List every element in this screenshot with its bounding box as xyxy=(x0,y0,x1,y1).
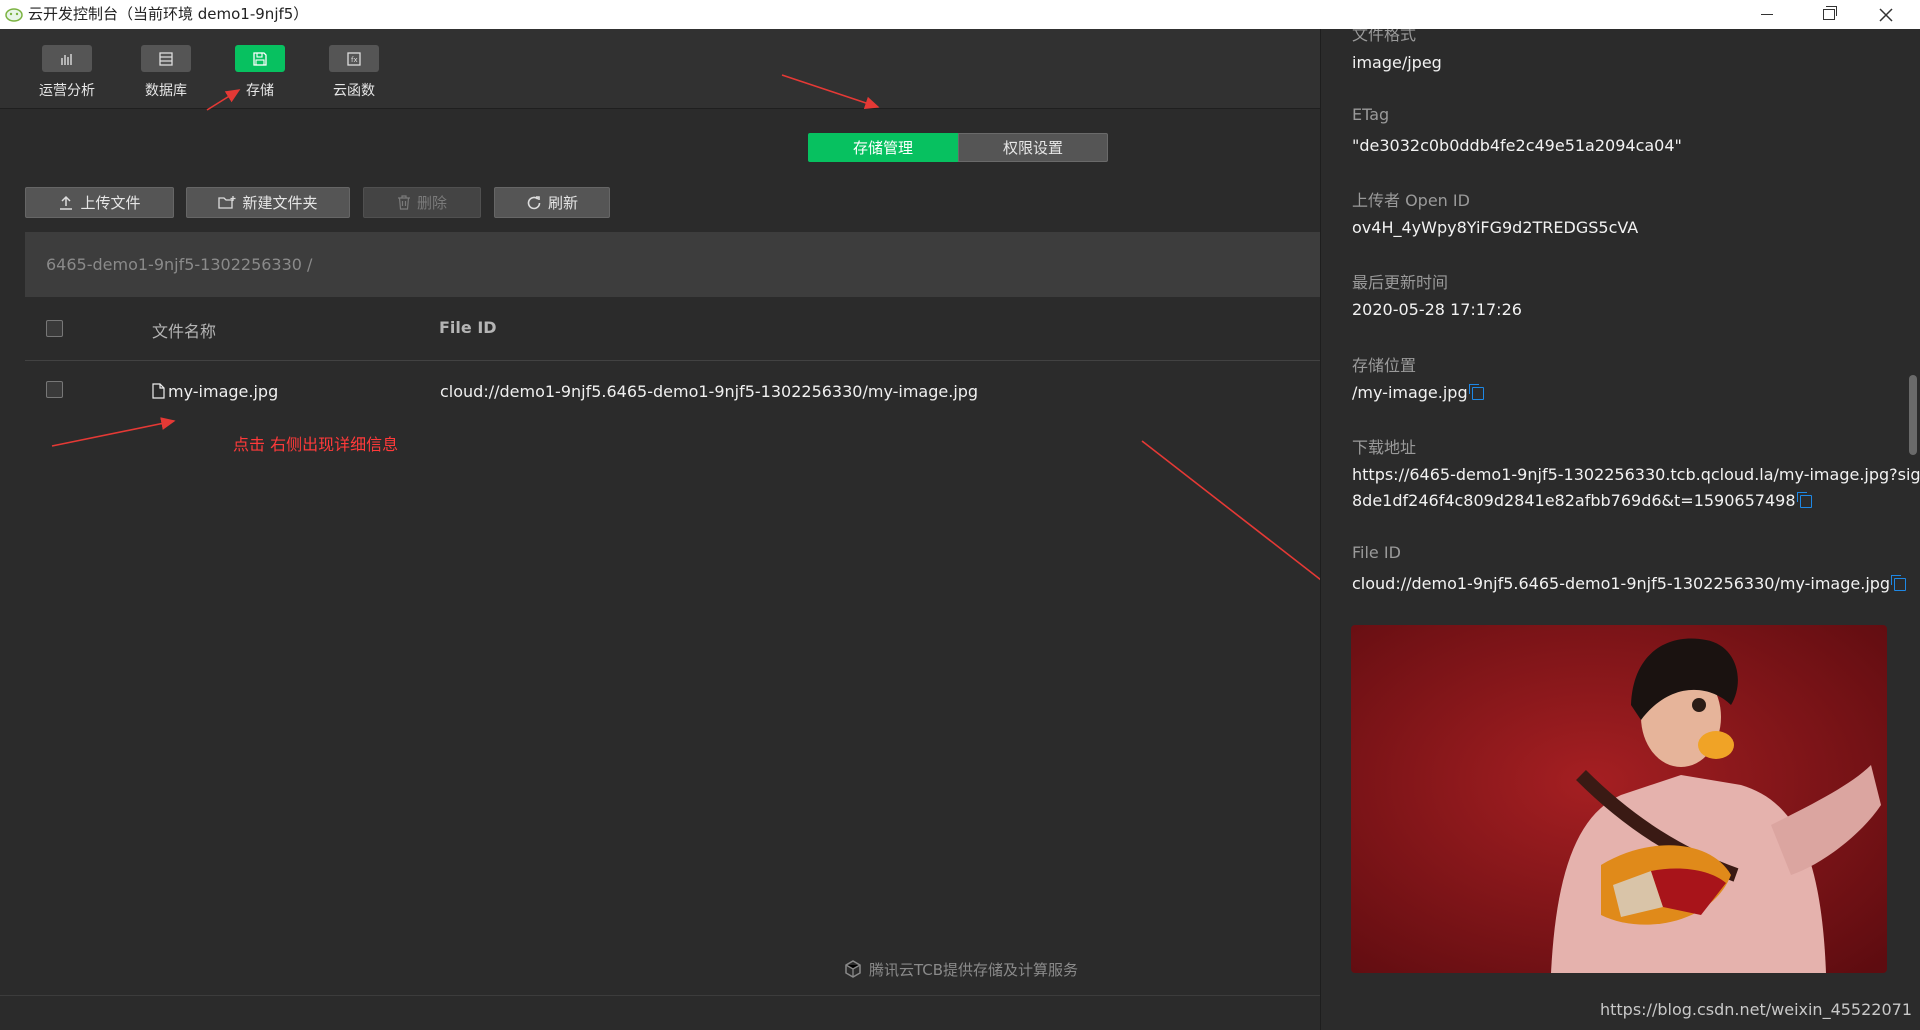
detail-fileid-row: cloud://demo1-9njf5.6465-demo1-9njf5-130… xyxy=(1352,571,1907,597)
new-folder-icon xyxy=(218,196,236,209)
annotation-arrow-file xyxy=(51,417,176,447)
watermark: https://blog.csdn.net/weixin_45522071 xyxy=(1599,1000,1912,1019)
minimize-icon xyxy=(1761,13,1773,16)
detail-etag-label: ETag xyxy=(1352,105,1390,124)
detail-download-row: 8de1df246f4c809d2841e82afbb769d6&t=15906… xyxy=(1352,488,1812,514)
annotation-note: 点击 右侧出现详细信息 xyxy=(233,435,399,454)
tab-permissions[interactable]: 权限设置 xyxy=(958,133,1108,162)
footer-divider xyxy=(0,995,1320,996)
column-header-name: 文件名称 xyxy=(152,322,217,341)
footer-text: 腾讯云TCB提供存储及计算服务 xyxy=(869,960,1079,979)
tool-database[interactable]: 数据库 xyxy=(121,29,211,109)
copy-fileid-icon[interactable] xyxy=(1891,575,1907,591)
detail-location-label: 存储位置 xyxy=(1352,356,1417,375)
detail-scrollbar-thumb[interactable] xyxy=(1909,375,1917,455)
detail-location-value: /my-image.jpg xyxy=(1352,383,1468,402)
upload-file-label: 上传文件 xyxy=(80,194,141,212)
minimize-button[interactable] xyxy=(1738,0,1796,29)
upload-file-button[interactable]: 上传文件 xyxy=(25,187,174,218)
file-name: my-image.jpg xyxy=(168,382,279,401)
detail-download-label: 下载地址 xyxy=(1352,438,1417,457)
detail-fileid-label: File ID xyxy=(1352,543,1401,562)
image-preview xyxy=(1351,625,1887,973)
tool-analytics-button[interactable] xyxy=(42,45,92,72)
new-folder-label: 新建文件夹 xyxy=(242,194,318,212)
detail-fileid-value: cloud://demo1-9njf5.6465-demo1-9njf5-130… xyxy=(1352,574,1891,593)
tool-analytics[interactable]: 运营分析 xyxy=(22,29,112,109)
tool-storage[interactable]: 存储 xyxy=(215,29,305,109)
main-toolbar: 运营分析 数据库 存储 fx 云函数 xyxy=(0,29,1320,109)
refresh-label: 刷新 xyxy=(547,194,578,212)
breadcrumb: 6465-demo1-9njf5-1302256330 / xyxy=(25,232,1320,297)
footer-brand: 腾讯云TCB提供存储及计算服务 xyxy=(843,958,1078,980)
storage-icon xyxy=(253,51,267,66)
tool-database-button[interactable] xyxy=(141,45,191,72)
detail-etag-value: "de3032c0b0ddb4fe2c49e51a2094ca04" xyxy=(1352,136,1682,155)
detail-uploader-label: 上传者 Open ID xyxy=(1352,191,1470,210)
detail-location-row: /my-image.jpg xyxy=(1352,380,1484,406)
detail-updated-label: 最后更新时间 xyxy=(1352,273,1449,292)
bar-chart-icon xyxy=(61,53,72,65)
close-button[interactable] xyxy=(1857,0,1915,29)
detail-download-line2: 8de1df246f4c809d2841e82afbb769d6&t=15906… xyxy=(1352,491,1796,510)
row-checkbox[interactable] xyxy=(46,381,63,398)
restore-button[interactable] xyxy=(1800,0,1858,29)
tool-cloud-function-label: 云函数 xyxy=(333,83,375,99)
detail-format-value: image/jpeg xyxy=(1352,53,1442,72)
trash-icon xyxy=(397,195,410,210)
detail-format-label: 文件格式 xyxy=(1352,29,1417,44)
tool-cloud-function-button[interactable]: fx xyxy=(329,45,379,72)
tool-database-label: 数据库 xyxy=(145,83,187,99)
column-header-file-id: File ID xyxy=(439,318,497,337)
copy-download-icon[interactable] xyxy=(1796,492,1812,508)
tool-storage-label: 存储 xyxy=(246,83,274,99)
upload-icon xyxy=(60,195,73,210)
cloud-function-icon: fx xyxy=(347,51,361,66)
breadcrumb-path[interactable]: 6465-demo1-9njf5-1302256330 / xyxy=(46,255,312,274)
tab-storage-manage[interactable]: 存储管理 xyxy=(808,133,958,162)
detail-download-line1: https://6465-demo1-9njf5-1302256330.tcb.… xyxy=(1352,465,1920,484)
title-bar: 云开发控制台（当前环境 demo1-9njf5） xyxy=(0,0,1920,29)
database-icon xyxy=(159,51,173,66)
file-icon xyxy=(152,383,165,399)
tool-analytics-label: 运营分析 xyxy=(39,83,95,99)
window-title: 云开发控制台（当前环境 demo1-9njf5） xyxy=(28,5,309,23)
new-folder-button[interactable]: 新建文件夹 xyxy=(186,187,350,218)
tool-cloud-function[interactable]: fx 云函数 xyxy=(309,29,399,109)
delete-label: 删除 xyxy=(416,194,447,212)
file-name-cell[interactable]: my-image.jpg xyxy=(152,382,278,401)
file-id-cell: cloud://demo1-9njf5.6465-demo1-9njf5-130… xyxy=(440,382,979,401)
tool-storage-button[interactable] xyxy=(235,45,285,72)
delete-button[interactable]: 删除 xyxy=(363,187,481,218)
detail-updated-value: 2020-05-28 17:17:26 xyxy=(1352,300,1522,319)
svg-text:fx: fx xyxy=(351,56,358,64)
tcb-logo-icon xyxy=(845,960,861,978)
annotation-arrow-detail xyxy=(1141,440,1350,602)
file-detail-panel: 文件格式 image/jpeg ETag "de3032c0b0ddb4fe2c… xyxy=(1320,29,1920,1030)
select-all-checkbox[interactable] xyxy=(46,320,63,337)
detail-uploader-value: ov4H_4yWpy8YiFG9d2TREDGS5cVA xyxy=(1352,218,1639,237)
app-logo-icon xyxy=(5,8,23,22)
copy-location-icon[interactable] xyxy=(1468,384,1484,400)
refresh-button[interactable]: 刷新 xyxy=(494,187,610,218)
restore-icon xyxy=(1823,6,1837,20)
refresh-icon xyxy=(527,195,541,209)
close-icon xyxy=(1879,7,1893,22)
